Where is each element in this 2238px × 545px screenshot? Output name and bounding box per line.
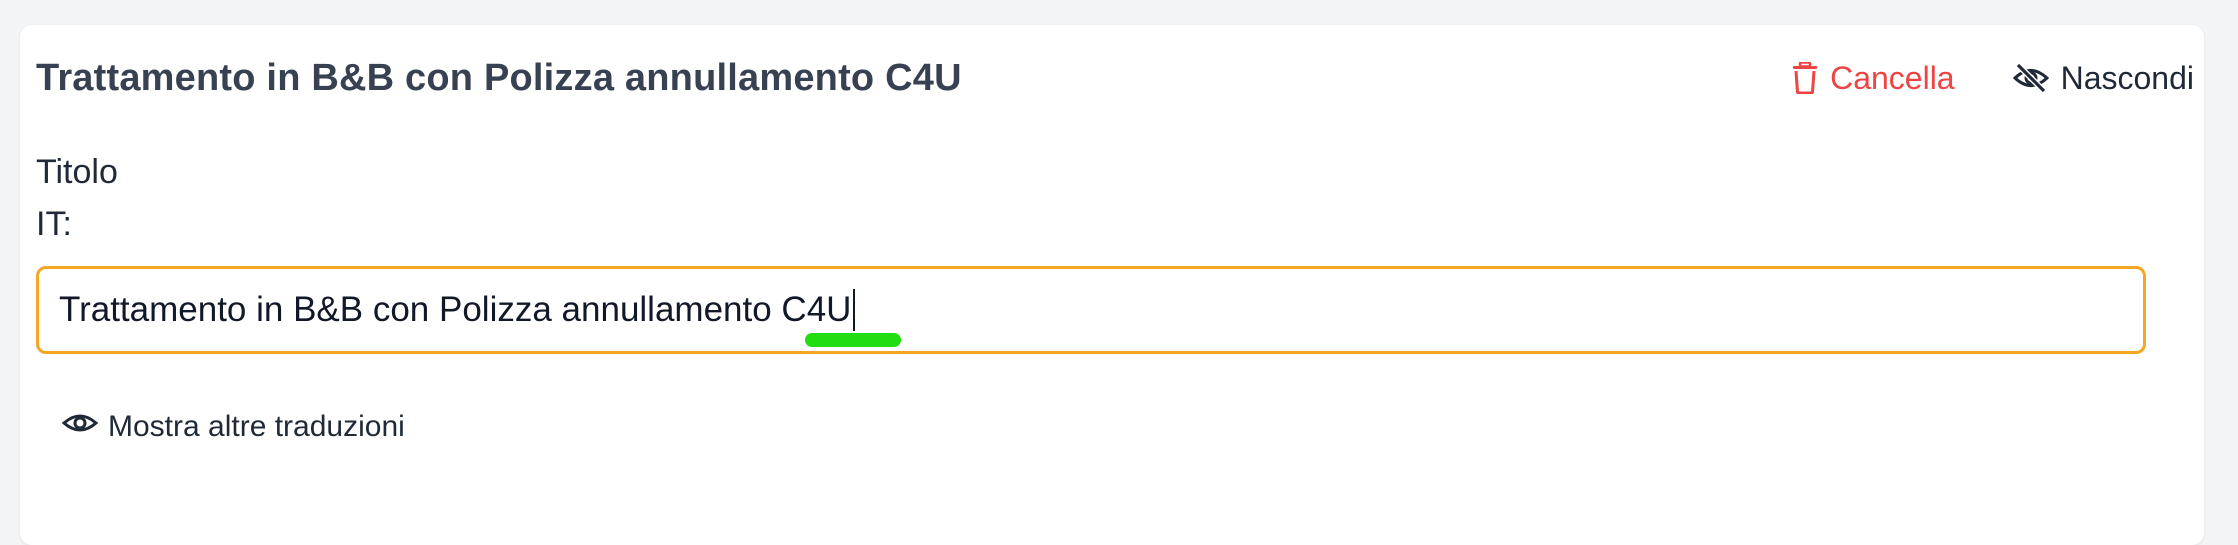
field-label: Titolo (36, 153, 118, 191)
trash-icon (1792, 62, 1818, 94)
language-label: IT: (36, 205, 72, 243)
text-caret (853, 289, 856, 331)
card-header: Trattamento in B&B con Polizza annullame… (36, 52, 2202, 104)
hide-button[interactable]: Nascondi (2012, 59, 2194, 97)
show-translations-label: Mostra altre traduzioni (108, 410, 405, 443)
highlight-mark (805, 333, 901, 347)
eye-icon (61, 410, 99, 444)
delete-button-label: Cancella (1830, 59, 1955, 96)
hide-button-label: Nascondi (2060, 59, 2194, 96)
title-input-value: Trattamento in B&B con Polizza annullame… (59, 290, 852, 329)
card-title: Trattamento in B&B con Polizza annullame… (36, 56, 962, 99)
title-input-it[interactable]: Trattamento in B&B con Polizza annullame… (36, 266, 2146, 354)
show-translations-button[interactable]: Mostra altre traduzioni (61, 410, 405, 444)
delete-button[interactable]: Cancella (1792, 60, 1955, 97)
card-actions: Cancella Nascondi (1792, 60, 2194, 97)
eye-off-icon (2012, 63, 2049, 93)
